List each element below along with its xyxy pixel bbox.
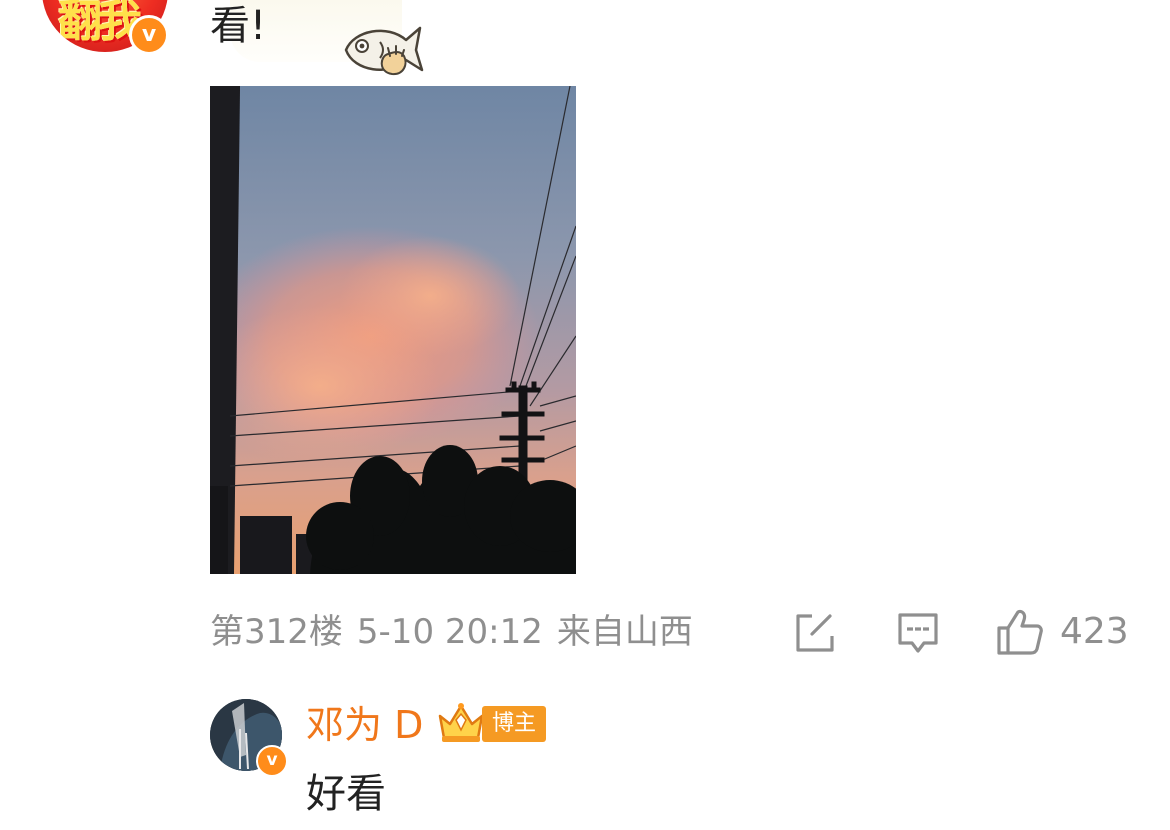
comment-photo[interactable] xyxy=(210,86,576,574)
comment-time: 5-10 20:12 xyxy=(356,612,543,652)
reply-username[interactable]: 邓为 D xyxy=(306,700,423,750)
comment-location: 来自山西 xyxy=(556,612,693,652)
comment-text: 看! xyxy=(210,3,267,49)
share-icon[interactable] xyxy=(794,612,838,654)
like-count: 423 xyxy=(1060,611,1129,652)
floor-number: 第312楼 xyxy=(210,612,343,652)
blogger-badge: 博主 xyxy=(482,706,546,742)
verified-badge-icon: v xyxy=(129,15,169,55)
verified-badge-icon: v xyxy=(256,745,288,777)
thumbs-up-icon[interactable] xyxy=(996,608,1044,656)
crown-icon xyxy=(438,703,484,742)
fish-sticker-icon xyxy=(344,26,424,76)
comment-meta: 第312楼 5-10 20:12 来自山西 xyxy=(210,610,707,654)
avatar-text: 翻我 xyxy=(58,0,142,47)
comment-icon[interactable] xyxy=(896,611,940,655)
reply-text: 好看 xyxy=(306,771,386,817)
